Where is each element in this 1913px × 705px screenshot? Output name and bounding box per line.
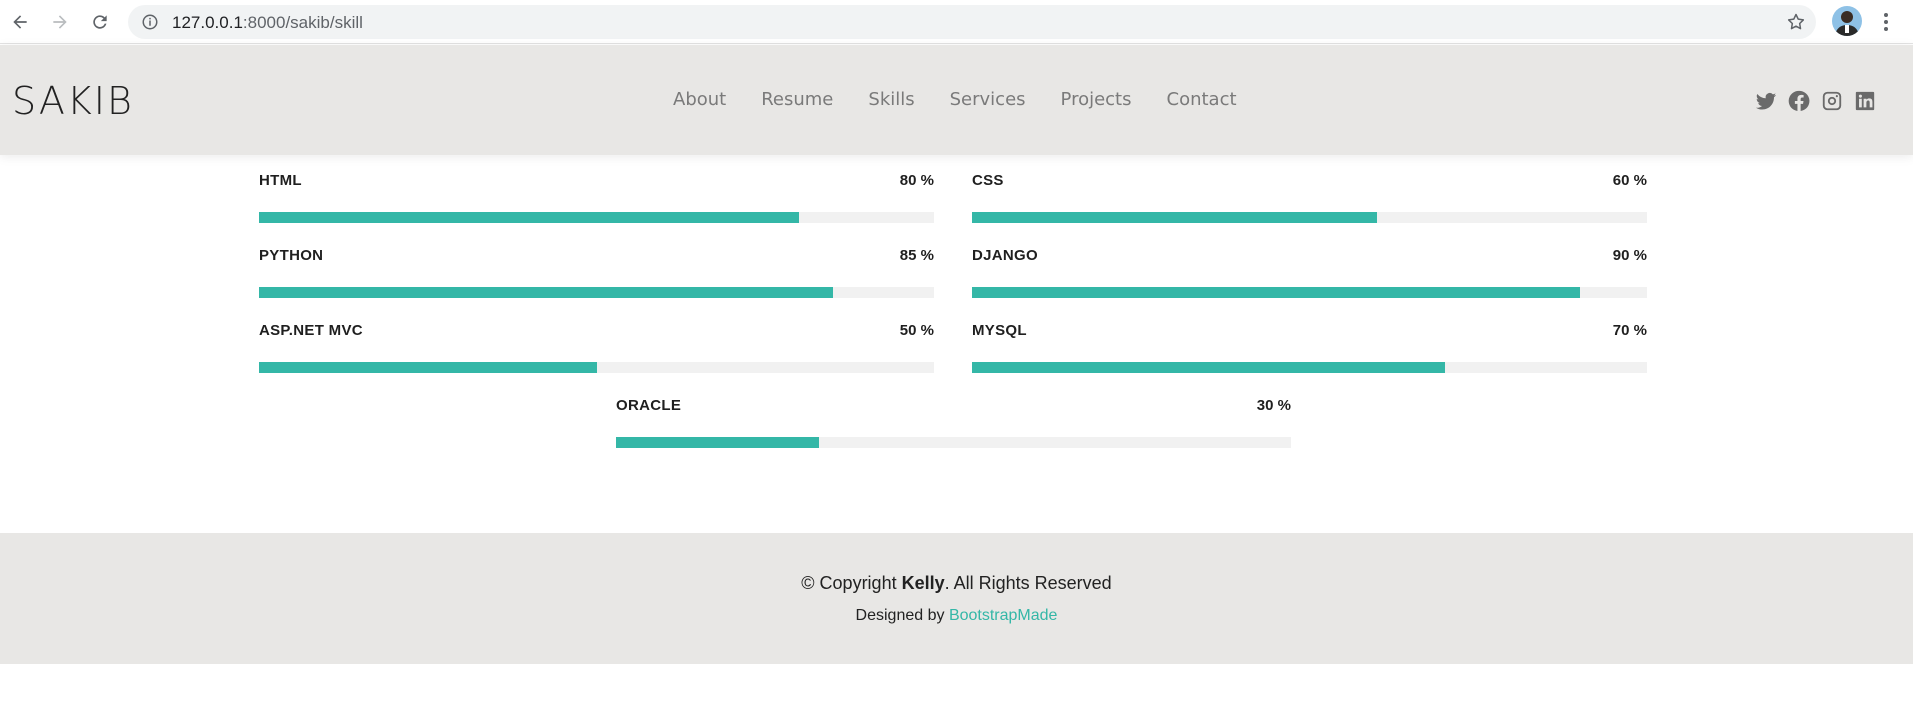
facebook-icon <box>1788 90 1810 111</box>
progress-track <box>972 287 1647 298</box>
progress-fill <box>259 362 597 373</box>
skill-name: ASP.NET MVC <box>259 322 363 339</box>
progress-fill <box>259 287 833 298</box>
copyright-name: Kelly <box>901 573 945 593</box>
skill-percent: 80 % <box>899 172 934 189</box>
skill-name: DJANGO <box>972 247 1038 264</box>
twitter-icon <box>1755 93 1777 110</box>
skill-name: CSS <box>972 172 1004 189</box>
skill-name: PYTHON <box>259 247 324 264</box>
progress-fill <box>972 362 1445 373</box>
progress-fill <box>616 437 819 448</box>
progress-track <box>972 212 1647 223</box>
progress-track <box>616 437 1291 448</box>
site-header: SAKIB About Resume Skills Services Proje… <box>0 45 1913 155</box>
linkedin-link[interactable] <box>1853 89 1877 113</box>
linkedin-icon <box>1855 91 1875 111</box>
skill-percent: 70 % <box>1612 322 1647 339</box>
social-links <box>1754 89 1886 113</box>
progress-fill <box>259 212 799 223</box>
instagram-icon <box>1822 91 1842 111</box>
bookmark-star-icon[interactable] <box>1786 12 1806 32</box>
nav-skills[interactable]: Skills <box>868 89 914 110</box>
browser-menu-button[interactable] <box>1876 10 1896 34</box>
progress-fill <box>972 212 1377 223</box>
progress-fill <box>972 287 1580 298</box>
skill-name: MYSQL <box>972 322 1027 339</box>
reload-icon <box>93 15 107 29</box>
skill-percent: 60 % <box>1612 172 1647 189</box>
skill-percent: 85 % <box>899 247 934 264</box>
browser-toolbar: 127.0.0.1:8000/sakib/skill <box>0 0 1913 44</box>
facebook-link[interactable] <box>1787 89 1811 113</box>
designed-by-label: Designed by <box>855 607 949 624</box>
nav-about[interactable]: About <box>673 89 726 110</box>
progress-track <box>259 287 934 298</box>
twitter-link[interactable] <box>1754 89 1778 113</box>
site-logo[interactable]: SAKIB <box>12 79 134 123</box>
url-text[interactable]: 127.0.0.1:8000/sakib/skill <box>172 13 363 33</box>
copyright-prefix: © Copyright <box>801 573 902 593</box>
nav-projects[interactable]: Projects <box>1061 89 1132 110</box>
skill-percent: 50 % <box>899 322 934 339</box>
main-nav: About Resume Skills Services Projects Co… <box>673 89 1272 110</box>
progress-track <box>972 362 1647 373</box>
url-host: 127.0.0.1 <box>172 13 243 32</box>
copyright-text: © Copyright Kelly. All Rights Reserved <box>0 573 1913 594</box>
info-icon[interactable] <box>141 13 159 31</box>
skill-name: ORACLE <box>616 397 682 414</box>
site-footer: © Copyright Kelly. All Rights Reserved D… <box>0 533 1913 664</box>
progress-track <box>259 362 934 373</box>
address-bar[interactable]: 127.0.0.1:8000/sakib/skill <box>128 5 1816 39</box>
nav-resume[interactable]: Resume <box>761 89 833 110</box>
designer-link[interactable]: BootstrapMade <box>949 607 1058 624</box>
url-path: :8000/sakib/skill <box>242 13 363 32</box>
nav-services[interactable]: Services <box>950 89 1026 110</box>
skill-percent: 30 % <box>1256 397 1291 414</box>
more-vertical-icon <box>1884 13 1888 31</box>
arrow-left-icon <box>13 15 27 29</box>
copyright-suffix: . All Rights Reserved <box>944 573 1112 593</box>
skill-name: HTML <box>259 172 302 189</box>
reload-button[interactable] <box>87 9 113 35</box>
forward-button[interactable] <box>47 9 73 35</box>
progress-track <box>259 212 934 223</box>
person-icon <box>1835 11 1859 36</box>
back-button[interactable] <box>7 9 33 35</box>
credits-text: Designed by BootstrapMade <box>0 607 1913 625</box>
skill-percent: 90 % <box>1612 247 1647 264</box>
arrow-right-icon <box>53 15 67 29</box>
profile-avatar[interactable] <box>1832 6 1862 36</box>
nav-contact[interactable]: Contact <box>1167 89 1237 110</box>
instagram-link[interactable] <box>1820 89 1844 113</box>
